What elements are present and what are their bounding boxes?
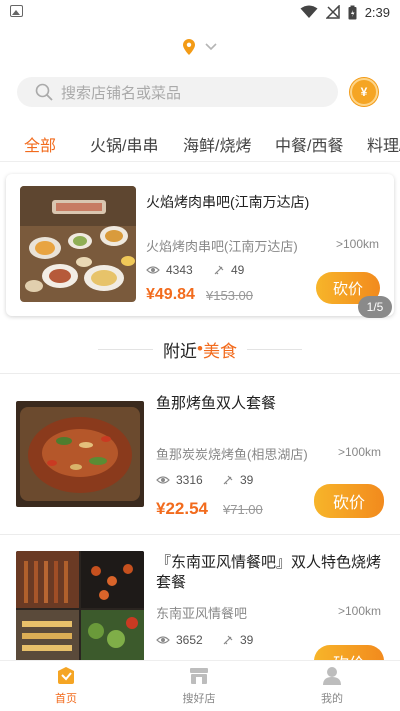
- section-title-main: 附近: [163, 341, 198, 361]
- nav-profile-label: 我的: [321, 693, 343, 705]
- deal-price: ¥22.54: [156, 499, 208, 518]
- clock-time: 2:39: [364, 4, 390, 20]
- deal-photo: [16, 551, 144, 660]
- featured-deal-photo: [20, 186, 136, 302]
- eye-icon: [156, 476, 170, 484]
- deal-title: 『东南亚风情餐吧』双人特色烧烤套餐: [156, 554, 382, 592]
- status-bar: 2:39: [0, 0, 400, 24]
- tab-all[interactable]: 全部: [24, 132, 56, 156]
- deal-distance: >100km: [338, 604, 382, 618]
- wifi-icon: [300, 5, 318, 18]
- deal-bargain-button[interactable]: 砍价: [314, 484, 384, 518]
- nav-home[interactable]: 首页: [26, 665, 106, 706]
- featured-deal-title: 火焰烤肉串吧(江南万达店): [146, 194, 310, 210]
- deal-original-price: ¥71.00: [223, 502, 263, 517]
- status-icons: 2:39: [300, 3, 390, 21]
- featured-distance: >100km: [336, 237, 380, 251]
- location-pin-icon: [183, 39, 195, 55]
- deal-views: 3316: [156, 473, 203, 487]
- divider-left: [98, 348, 154, 350]
- home-icon: [58, 667, 74, 684]
- nearby-food-header: 附近 • 美食: [0, 336, 400, 362]
- featured-deal-card[interactable]: 火焰烤肉串吧(江南万达店) 火焰烤肉串吧(江南万达店) >100km 4343 …: [6, 174, 394, 316]
- battery-icon: [348, 5, 357, 19]
- featured-views: 4343: [146, 263, 193, 277]
- nav-profile[interactable]: 我的: [292, 665, 372, 706]
- store-icon: [190, 668, 208, 684]
- search-placeholder: 搜索店铺名或菜品: [61, 84, 182, 102]
- deal-bargain-count: 39: [240, 473, 254, 487]
- bottom-navigation: 首页 搜好店 我的: [0, 660, 400, 711]
- search-input[interactable]: 搜索店铺名或菜品: [17, 77, 338, 107]
- bargain-knife-icon: [223, 635, 233, 645]
- bargain-knife-icon: [214, 265, 224, 275]
- deal-bargain-button[interactable]: 砍价: [314, 645, 384, 660]
- featured-price: ¥49.84: [146, 286, 195, 303]
- deal-view-count: 3316: [176, 473, 203, 487]
- deal-photo: [16, 401, 144, 507]
- nav-home-label: 首页: [55, 693, 77, 705]
- eye-icon: [146, 266, 160, 274]
- yuan-coin-icon: ¥: [360, 85, 368, 99]
- category-tabs: 全部 火锅/串串 海鲜/烧烤 中餐/西餐 料理/: [0, 122, 400, 162]
- bargain-knife-icon: [223, 475, 233, 485]
- image-notification-icon: [10, 5, 23, 17]
- eye-icon: [156, 636, 170, 644]
- tab-cuisine[interactable]: 料理/: [367, 132, 400, 156]
- profile-icon: [323, 667, 341, 685]
- carousel-page-indicator: 1/5: [358, 296, 392, 318]
- active-tab-indicator: [0, 161, 77, 162]
- deal-bargains: 39: [222, 633, 253, 647]
- deal-bargains: 39: [222, 473, 253, 487]
- search-icon: [35, 83, 53, 101]
- deal-shop-name: 鱼那炭炭烧烤鱼(相思湖店): [156, 447, 308, 462]
- deal-distance: >100km: [338, 445, 382, 459]
- chevron-down-icon: [205, 43, 217, 51]
- location-selector[interactable]: [0, 36, 400, 58]
- tab-chinese-western[interactable]: 中餐/西餐: [275, 132, 343, 156]
- featured-bargains: 49: [213, 263, 244, 277]
- featured-view-count: 4343: [166, 263, 193, 277]
- featured-shop-name: 火焰烤肉串吧(江南万达店): [146, 239, 298, 254]
- nav-search-store-label: 搜好店: [182, 693, 216, 705]
- no-signal-icon: [325, 5, 340, 19]
- tab-seafood-bbq[interactable]: 海鲜/烧烤: [183, 132, 251, 156]
- coin-button[interactable]: ¥: [350, 78, 378, 106]
- deal-views: 3652: [156, 633, 203, 647]
- featured-original-price: ¥153.00: [206, 288, 253, 303]
- section-title-accent: 美食: [202, 341, 237, 361]
- featured-bargain-count: 49: [231, 263, 245, 277]
- tab-hotpot[interactable]: 火锅/串串: [90, 132, 158, 156]
- deal-shop-name: 东南亚风情餐吧: [156, 606, 248, 621]
- deal-list-item[interactable]: 鱼那烤鱼双人套餐 鱼那炭炭烧烤鱼(相思湖店) >100km 3316 39 ¥2…: [0, 374, 400, 534]
- deal-bargain-count: 39: [240, 633, 254, 647]
- deal-title: 鱼那烤鱼双人套餐: [156, 395, 277, 412]
- deal-view-count: 3652: [176, 633, 203, 647]
- nav-search-store[interactable]: 搜好店: [159, 665, 239, 706]
- divider-right: [246, 348, 302, 350]
- deal-list-item[interactable]: 『东南亚风情餐吧』双人特色烧烤套餐 东南亚风情餐吧 >100km 3652 39…: [0, 535, 400, 660]
